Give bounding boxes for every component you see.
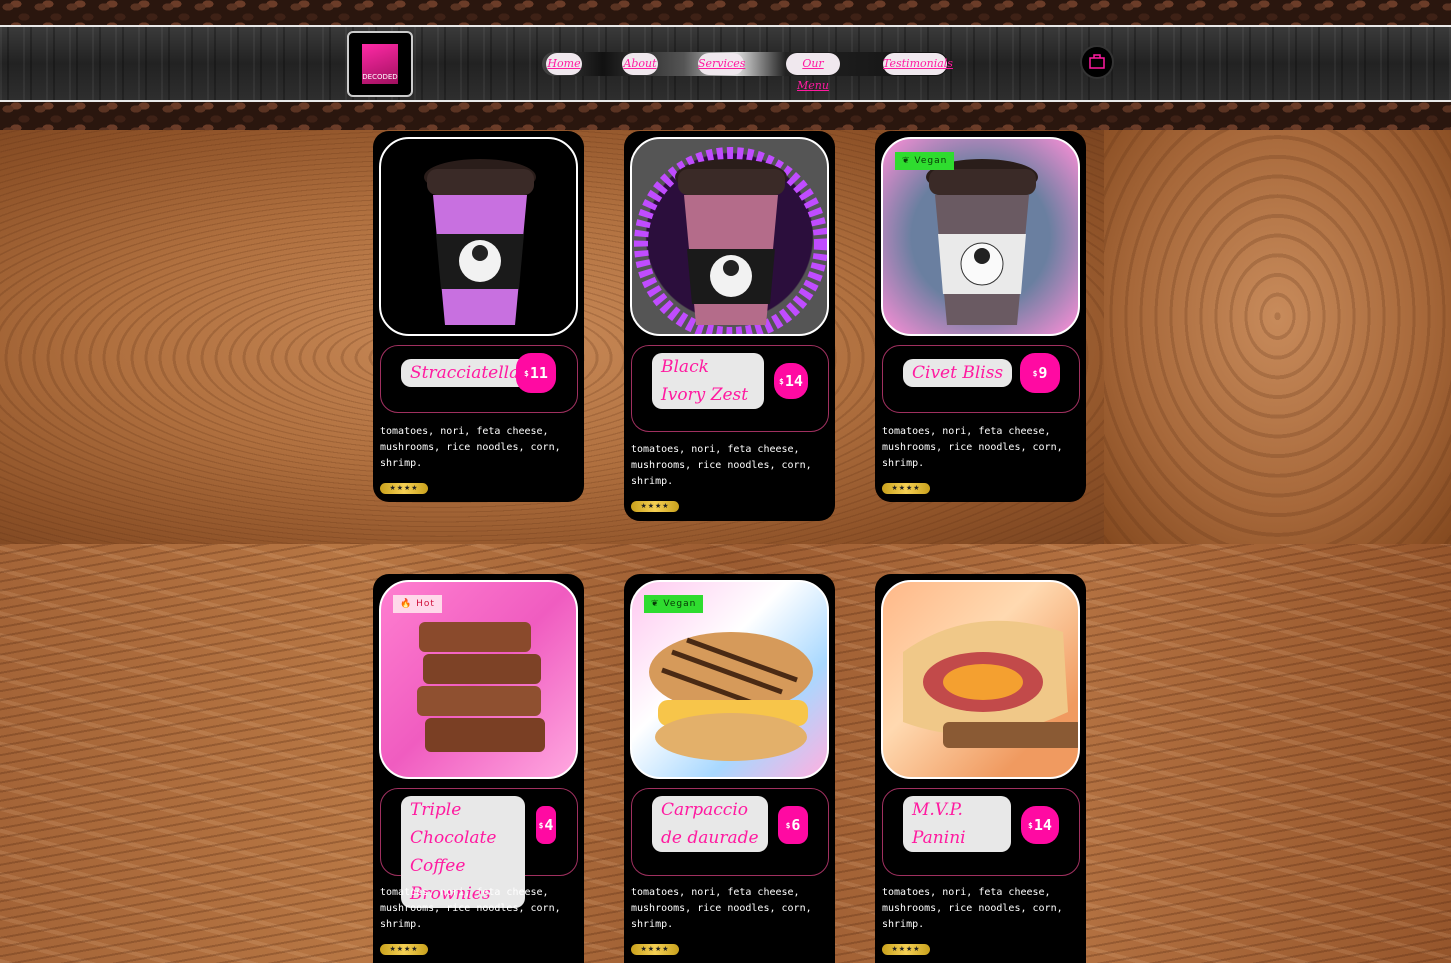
nav-item-services[interactable]: Services bbox=[698, 53, 745, 75]
background-wood-slab-right bbox=[1104, 130, 1451, 544]
product-description: tomatoes, nori, feta cheese, mushrooms, … bbox=[380, 887, 561, 930]
hot-badge: 🔥 Hot bbox=[393, 595, 442, 613]
product-image-coffee-cup[interactable]: ❦ Vegan bbox=[881, 137, 1080, 336]
logo-mark: DECODED bbox=[362, 44, 398, 84]
product-price: $14 bbox=[1021, 806, 1059, 844]
nav-item-our-menu[interactable]: Our Menu bbox=[786, 53, 840, 92]
product-description: tomatoes, nori, feta cheese, mushrooms, … bbox=[631, 887, 812, 930]
product-price: $11 bbox=[516, 353, 556, 393]
product-image-stromboli[interactable] bbox=[881, 580, 1080, 779]
card-title-box: Stracciatella $11 bbox=[380, 345, 578, 413]
shopping-cart-icon bbox=[1089, 54, 1105, 69]
rating-stars: ★★★★ bbox=[882, 944, 930, 955]
coffee-beans-band-top bbox=[0, 0, 1451, 25]
menu-card[interactable]: ❦ Vegan Carpaccio de daurade $6 tomatoes… bbox=[624, 574, 835, 963]
logo-text: DECODED bbox=[362, 73, 398, 81]
cart-button[interactable] bbox=[1080, 45, 1114, 79]
product-description: tomatoes, nori, feta cheese, mushrooms, … bbox=[380, 426, 561, 469]
product-name: Carpaccio de daurade bbox=[652, 796, 768, 852]
vegan-badge: ❦ Vegan bbox=[644, 595, 704, 613]
site-header: DECODED Home About Services Our Menu Tes… bbox=[0, 25, 1451, 102]
product-image-coffee-cup[interactable] bbox=[630, 137, 829, 336]
card-title-box: M.V.P. Panini $14 bbox=[882, 788, 1080, 876]
product-price: $4 bbox=[536, 806, 556, 844]
product-price: $9 bbox=[1020, 353, 1060, 393]
site-logo[interactable]: DECODED bbox=[347, 31, 413, 97]
main-nav: Home About Services Our Menu Testimonial… bbox=[542, 52, 953, 92]
card-title-box: Carpaccio de daurade $6 bbox=[631, 788, 829, 876]
card-title-box: Civet Bliss $9 bbox=[882, 345, 1080, 413]
product-image-panini[interactable]: ❦ Vegan bbox=[630, 580, 829, 779]
rating-stars: ★★★★ bbox=[882, 483, 930, 494]
product-price: $14 bbox=[774, 363, 808, 399]
menu-card[interactable]: Black Ivory Zest $14 tomatoes, nori, fet… bbox=[624, 131, 835, 521]
product-name: Black Ivory Zest bbox=[652, 353, 764, 409]
product-description: tomatoes, nori, feta cheese, mushrooms, … bbox=[882, 887, 1063, 930]
rating-stars: ★★★★ bbox=[631, 944, 679, 955]
menu-card[interactable]: Stracciatella $11 tomatoes, nori, feta c… bbox=[373, 131, 584, 502]
menu-card[interactable]: 🔥 Hot Triple Chocolate Coffee Brownies $… bbox=[373, 574, 584, 963]
product-name: Stracciatella bbox=[401, 359, 529, 387]
menu-card[interactable]: ❦ Vegan Civet Bliss $9 tomatoes, nori, f… bbox=[875, 131, 1086, 502]
nav-item-about[interactable]: About bbox=[622, 53, 658, 75]
menu-card[interactable]: M.V.P. Panini $14 tomatoes, nori, feta c… bbox=[875, 574, 1086, 963]
product-image-brownies[interactable]: 🔥 Hot bbox=[379, 580, 578, 779]
card-title-box: Black Ivory Zest $14 bbox=[631, 345, 829, 432]
product-name: Civet Bliss bbox=[903, 359, 1013, 387]
rating-stars: ★★★★ bbox=[380, 944, 428, 955]
nav-item-home[interactable]: Home bbox=[546, 53, 582, 75]
product-description: tomatoes, nori, feta cheese, mushrooms, … bbox=[631, 444, 812, 487]
product-description: tomatoes, nori, feta cheese, mushrooms, … bbox=[882, 426, 1063, 469]
rating-stars: ★★★★ bbox=[380, 483, 428, 494]
nav-item-testimonials[interactable]: Testimonials bbox=[883, 53, 953, 75]
card-title-box: Triple Chocolate Coffee Brownies $4 bbox=[380, 788, 578, 908]
rating-stars: ★★★★ bbox=[631, 501, 679, 512]
product-image-coffee-cup[interactable] bbox=[379, 137, 578, 336]
product-price: $6 bbox=[778, 806, 808, 844]
vegan-badge: ❦ Vegan bbox=[895, 152, 955, 170]
product-name: M.V.P. Panini bbox=[903, 796, 1011, 852]
coffee-beans-band-bottom bbox=[0, 102, 1451, 130]
